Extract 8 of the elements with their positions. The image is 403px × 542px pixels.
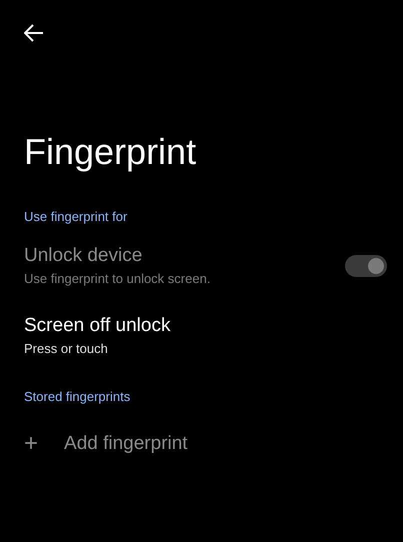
section-heading: Use fingerprint for	[24, 208, 128, 226]
setting-title[interactable]: Screen off unlock	[24, 314, 387, 338]
setting-description: Use fingerprint to unlock screen.	[24, 270, 212, 288]
section-heading: Stored fingerprints	[24, 388, 132, 406]
setting-description: Press or touch	[24, 340, 109, 358]
back-arrow-icon[interactable]	[24, 24, 44, 42]
page-title: Fingerprint	[24, 130, 198, 174]
plus-icon: +	[24, 432, 38, 456]
